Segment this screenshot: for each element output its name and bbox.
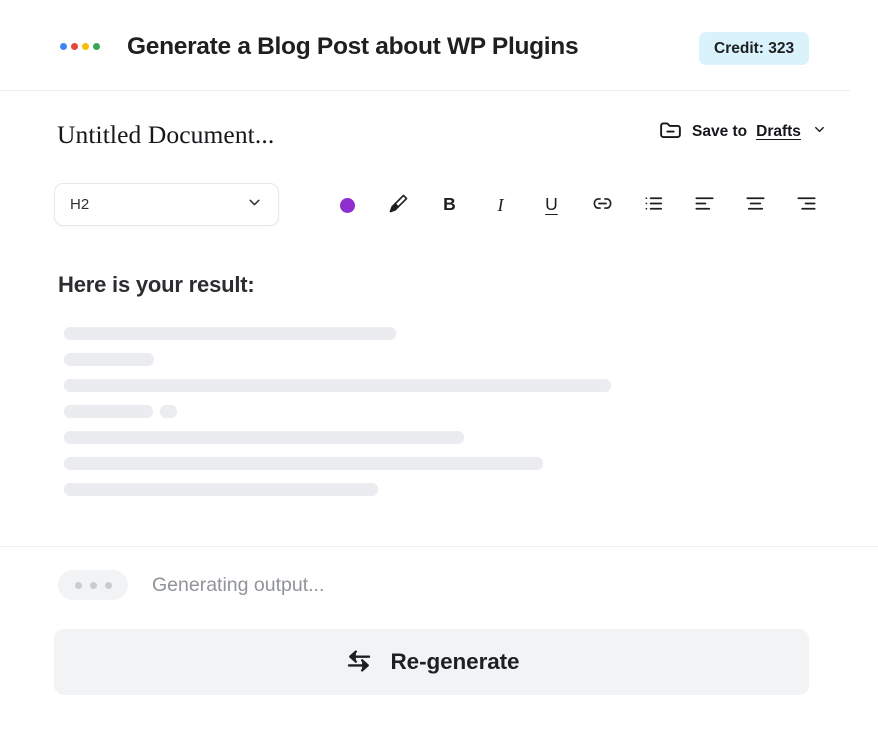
credit-badge: Credit: 323 [699,32,809,65]
document-title[interactable]: Untitled Document... [57,120,274,150]
result-skeleton-placeholder [64,327,624,509]
app-header: Generate a Blog Post about WP Plugins Cr… [0,0,878,90]
generation-status-row: Generating output... [58,570,324,600]
link-icon [591,192,614,218]
skeleton-row [64,353,624,366]
skeleton-bar [64,353,154,366]
save-to-label: Save to [692,123,747,141]
block-format-value: H2 [70,196,246,213]
underline-button[interactable]: U [526,186,577,224]
italic-button[interactable]: I [475,186,526,224]
typing-dots-icon [58,570,128,600]
skeleton-row [64,457,624,470]
align-right-icon [795,192,818,218]
link-button[interactable] [577,186,628,224]
typing-dot-1 [75,582,82,589]
logo-dot-green [93,43,100,50]
highlighter-button[interactable] [373,186,424,224]
align-center-icon [744,192,767,218]
folder-minus-icon [658,117,683,147]
bold-button[interactable]: B [424,186,475,224]
align-center-button[interactable] [730,186,781,224]
skeleton-bar [64,327,396,340]
skeleton-bar [64,379,611,392]
save-to-drafts-control[interactable]: Save to Drafts [658,117,827,147]
typing-dot-3 [105,582,112,589]
highlighter-icon [387,192,410,218]
align-right-button[interactable] [781,186,832,224]
align-left-button[interactable] [679,186,730,224]
chevron-down-icon [246,194,263,216]
skeleton-row [64,483,624,496]
body-divider [0,546,878,547]
logo-dot-blue [60,43,67,50]
formatting-toolbar: B I U [322,186,832,224]
chevron-down-icon[interactable] [812,122,827,142]
underline-icon: U [545,196,558,214]
page-title: Generate a Blog Post about WP Plugins [127,33,578,61]
app-logo [60,43,100,50]
color-swatch-icon [340,198,355,213]
logo-dot-red [71,43,78,50]
regenerate-label: Re-generate [391,649,520,675]
text-color-button[interactable] [322,186,373,224]
blog-post-generator-app: Generate a Blog Post about WP Plugins Cr… [0,0,878,748]
skeleton-row [64,327,624,340]
italic-icon: I [498,196,504,214]
skeleton-row [64,431,624,444]
result-heading: Here is your result: [58,272,255,298]
header-divider [0,90,850,91]
logo-dot-yellow [82,43,89,50]
save-destination[interactable]: Drafts [756,123,801,141]
generation-status-text: Generating output... [152,574,324,597]
skeleton-bar [64,483,378,496]
skeleton-bar [160,405,177,418]
bold-icon: B [443,196,456,214]
block-format-select[interactable]: H2 [54,183,279,226]
skeleton-row [64,379,624,392]
regenerate-button[interactable]: Re-generate [54,629,809,695]
typing-dot-2 [90,582,97,589]
bullet-list-icon [642,192,665,218]
swap-arrows-icon [344,646,374,679]
skeleton-bar [64,431,464,444]
skeleton-bar [64,457,543,470]
align-left-icon [693,192,716,218]
skeleton-bar [64,405,153,418]
bullet-list-button[interactable] [628,186,679,224]
skeleton-row [64,405,624,418]
